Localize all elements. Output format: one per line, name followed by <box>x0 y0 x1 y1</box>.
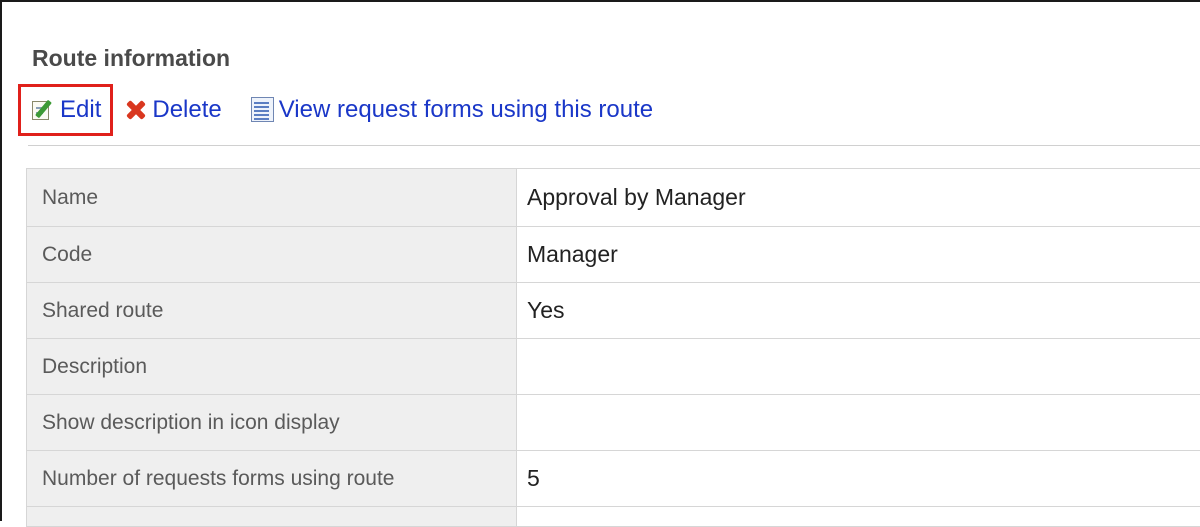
edit-label: Edit <box>60 96 101 124</box>
table-row <box>27 507 1200 527</box>
view-request-forms-link[interactable]: View request forms using this route <box>248 86 653 134</box>
page-frame: Route information Edit Delete View reque… <box>0 0 1200 521</box>
row-value-request-forms-count: 5 <box>517 451 1200 507</box>
table-row: Code Manager <box>27 227 1200 283</box>
table-row: Shared route Yes <box>27 283 1200 339</box>
row-value-name: Approval by Manager <box>517 169 1200 227</box>
section-divider <box>28 145 1200 146</box>
row-label-description: Description <box>27 339 517 395</box>
row-label-partial <box>27 507 517 527</box>
table-row: Name Approval by Manager <box>27 169 1200 227</box>
edit-icon <box>31 98 55 122</box>
view-request-forms-label: View request forms using this route <box>279 96 653 124</box>
list-icon <box>248 96 276 124</box>
delete-label: Delete <box>152 96 221 124</box>
row-label-code: Code <box>27 227 517 283</box>
row-value-description <box>517 339 1200 395</box>
row-value-code: Manager <box>517 227 1200 283</box>
row-value-partial <box>517 507 1200 527</box>
delete-icon <box>125 99 147 121</box>
row-value-show-description <box>517 395 1200 451</box>
table-row: Description <box>27 339 1200 395</box>
edit-link[interactable]: Edit <box>18 84 113 136</box>
table-row: Number of requests forms using route 5 <box>27 451 1200 507</box>
action-bar: Edit Delete View request forms using thi… <box>18 84 653 136</box>
section-title: Route information <box>32 42 230 74</box>
route-details-table: Name Approval by Manager Code Manager Sh… <box>26 168 1200 527</box>
delete-link[interactable]: Delete <box>125 86 221 134</box>
row-label-show-description: Show description in icon display <box>27 395 517 451</box>
table-row: Show description in icon display <box>27 395 1200 451</box>
row-value-shared-route: Yes <box>517 283 1200 339</box>
row-label-request-forms-count: Number of requests forms using route <box>27 451 517 507</box>
row-label-name: Name <box>27 169 517 227</box>
row-label-shared-route: Shared route <box>27 283 517 339</box>
